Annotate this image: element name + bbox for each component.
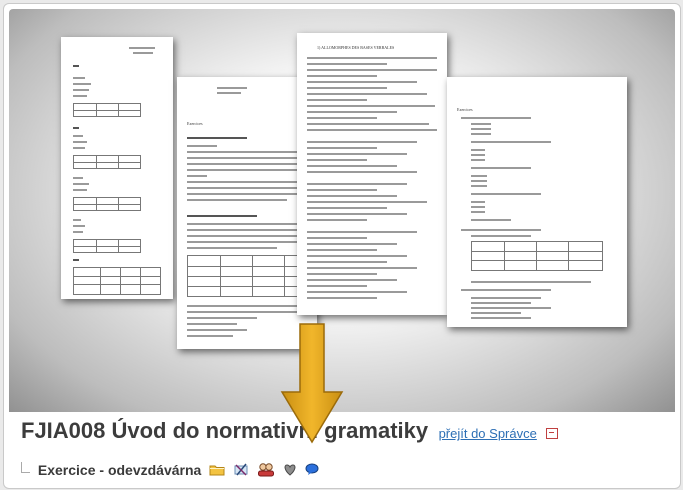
preview-page-1 — [61, 37, 173, 299]
chat-bubble-icon[interactable] — [305, 463, 319, 479]
down-arrow-icon — [280, 323, 344, 444]
tree-elbow — [21, 462, 30, 473]
manage-icon[interactable] — [546, 428, 559, 440]
submission-item[interactable]: Exercice - odevzdávárna — [21, 462, 319, 480]
folder-icon[interactable] — [209, 463, 225, 479]
no-access-icon[interactable] — [233, 462, 249, 480]
page4-header: Exercices — [457, 107, 473, 112]
submission-label[interactable]: Exercice - odevzdávárna — [38, 462, 201, 478]
preview-page-4: Exercices — [447, 77, 627, 327]
admin-link[interactable]: přejít do Správce — [439, 426, 537, 441]
heart-icon[interactable] — [283, 463, 297, 479]
preview-page-2: Exercices — [177, 77, 317, 349]
preview-page-3: 1) ALLOMORPHES DES BASES VERBALES — [297, 33, 447, 315]
course-title: FJIA008 Úvod do normativní gramatiky — [21, 418, 429, 443]
page3-title: 1) ALLOMORPHES DES BASES VERBALES — [317, 45, 395, 50]
page2-header: Exercices — [187, 121, 203, 126]
people-icon[interactable] — [257, 462, 275, 480]
